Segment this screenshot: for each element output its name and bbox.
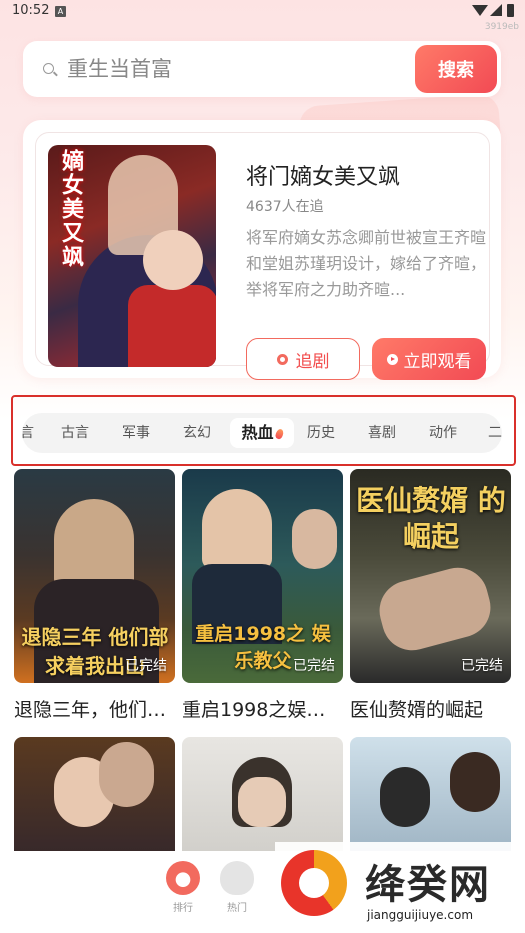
nav-item-ranking[interactable]: 排行 [158, 851, 208, 914]
poster-figure [202, 489, 272, 569]
nav-label: 排行 [173, 903, 193, 914]
follow-label: 追剧 [295, 351, 330, 372]
tab-partial-left[interactable]: 言 [22, 413, 38, 453]
nav-item-hot[interactable]: 热门 [212, 851, 262, 914]
drama-title: 医仙赘婿的崛起 [350, 699, 484, 721]
build-tag: 3919eb [484, 22, 519, 32]
wifi-icon [472, 5, 488, 16]
watch-label: 立即观看 [403, 351, 472, 372]
featured-drama-inner[interactable]: 嫡女美又飒 将门嫡女美又飒 4637人在追 将军府嫡女苏念卿前世被宣王齐暄和堂姐… [35, 132, 490, 380]
watch-now-button[interactable]: 立即观看 [372, 338, 486, 380]
drama-poster[interactable]: 重启1998之 娱乐教父 已完结 [182, 469, 343, 683]
tab-xiju[interactable]: 喜剧 [359, 413, 405, 453]
poster-figure [450, 752, 500, 812]
poster-figure [143, 230, 203, 290]
poster-figure [238, 777, 286, 827]
status-time: 10:52 [12, 3, 50, 18]
watermark-name: 绛癸网 [365, 862, 491, 908]
battery-icon [507, 4, 514, 17]
featured-title: 将门嫡女美又飒 [246, 165, 401, 190]
poster-figure [380, 767, 430, 827]
tab-junshi[interactable]: 军事 [113, 413, 159, 453]
watermark-logo-icon [281, 850, 347, 916]
flame-icon [220, 861, 254, 895]
search-input[interactable] [67, 53, 407, 85]
search-bar: 搜索 [23, 41, 501, 97]
drama-poster[interactable]: 医仙赘婿 的崛起 已完结 [350, 469, 511, 683]
nav-label: 热门 [227, 903, 247, 914]
site-watermark: 绛癸网 jiangguijiuye.com [275, 842, 525, 933]
drama-title: 退隐三年，他们部求着我出山 [14, 699, 175, 721]
drama-poster[interactable]: 退隐三年 他们部求着我出山 已完结 [14, 469, 175, 683]
follow-button[interactable]: 追剧 [246, 338, 360, 380]
poster-text-art: 医仙赘婿 的崛起 [356, 484, 506, 553]
featured-description: 将军府嫡女苏念卿前世被宣王齐暄和堂姐苏瑾玥设计，嫁给了齐暄，举将军府之力助齐暄.… [246, 228, 487, 299]
search-button[interactable]: 搜索 [415, 45, 497, 93]
status-badge: 已完结 [461, 658, 503, 674]
featured-poster[interactable]: 嫡女美又飒 [48, 145, 216, 367]
poster-figure [372, 560, 498, 658]
poster-figure [54, 499, 134, 589]
tab-guyan[interactable]: 古言 [52, 413, 98, 453]
tab-partial-right[interactable]: 二 [484, 413, 502, 453]
tab-rexue[interactable]: 热血 [230, 418, 294, 448]
status-bar: 10:52 A [0, 0, 525, 24]
tab-dongzuo[interactable]: 动作 [420, 413, 466, 453]
status-badge: 已完结 [293, 658, 335, 674]
follow-icon [276, 353, 288, 365]
poster-figure [99, 742, 154, 807]
sim-card-icon: A [55, 6, 66, 17]
drama-title: 重启1998之娱乐教父 [182, 699, 343, 721]
tab-xuanhuan[interactable]: 玄幻 [174, 413, 220, 453]
featured-drama-card: 嫡女美又飒 将门嫡女美又飒 4637人在追 将军府嫡女苏念卿前世被宣王齐暄和堂姐… [23, 120, 501, 380]
tab-rexue-label: 热血 [241, 423, 274, 442]
poster-title-art: 嫡女美又飒 [58, 149, 83, 269]
watermark-url: jiangguijiuye.com [367, 908, 474, 922]
search-icon [43, 63, 54, 74]
signal-icon [490, 4, 502, 16]
flame-icon [274, 427, 284, 440]
tab-lishi[interactable]: 历史 [298, 413, 344, 453]
play-icon [386, 353, 398, 365]
poster-figure [292, 509, 337, 569]
category-tabs: 言 古言 军事 玄幻 热血 历史 喜剧 动作 二 [22, 413, 502, 453]
poster-figure [128, 285, 216, 367]
medal-icon [166, 861, 200, 895]
featured-followers: 4637人在追 [246, 199, 324, 215]
status-badge: 已完结 [125, 658, 167, 674]
